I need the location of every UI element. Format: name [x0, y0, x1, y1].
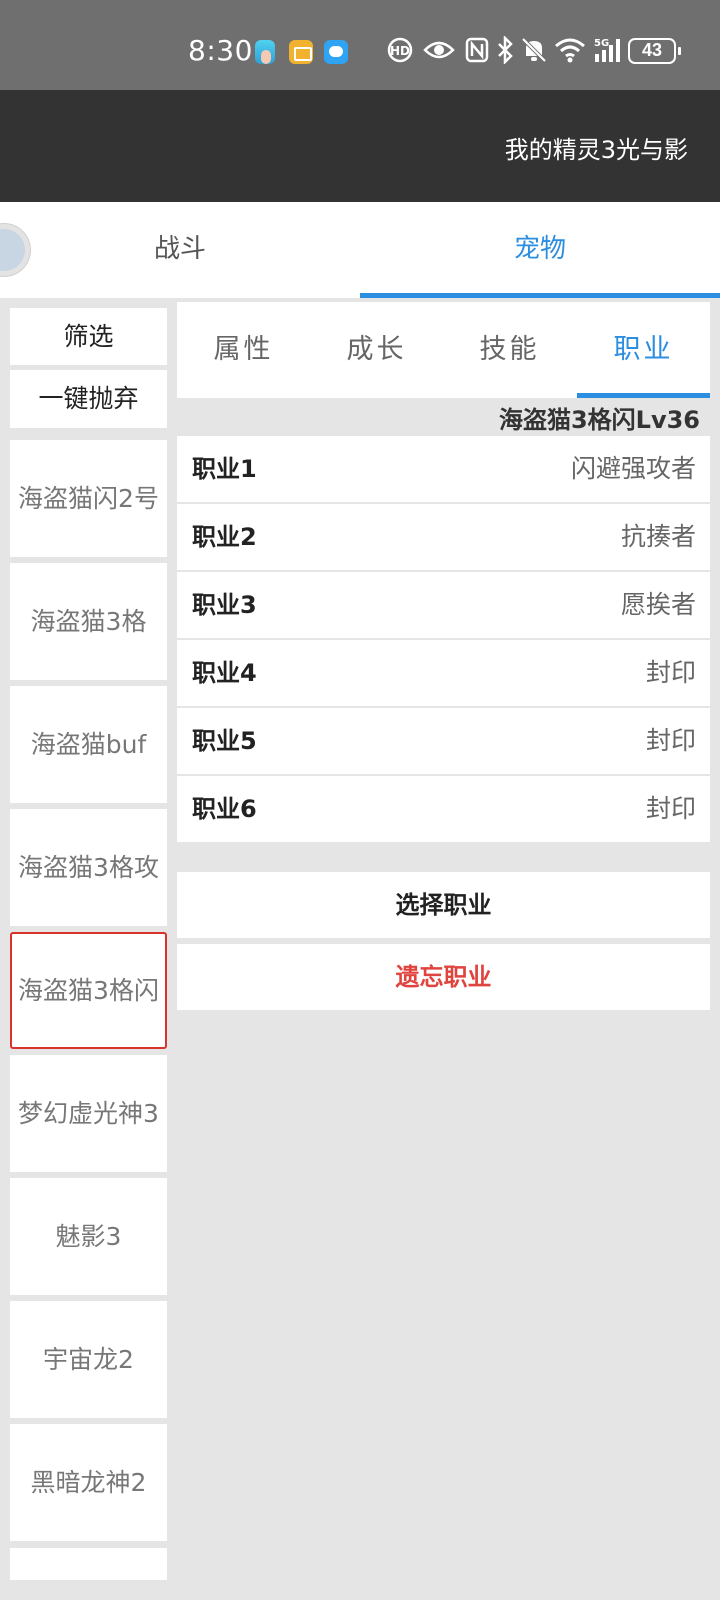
pet-name: 魅影3	[55, 1222, 122, 1251]
mail-icon	[289, 40, 313, 64]
top-tabs: 战斗 宠物	[0, 202, 720, 298]
pet-name: 黑暗龙神2	[30, 1468, 147, 1497]
job-row[interactable]: 职业2 抗揍者	[177, 504, 710, 570]
nfc-icon	[465, 36, 489, 64]
detail-tabs: 属性 成长 技能 职业	[177, 302, 710, 398]
pet-list-item[interactable]: 海盗猫3格攻	[10, 809, 167, 926]
signal-icon: 5G	[594, 36, 624, 64]
job-value: 封印	[645, 658, 696, 687]
network-type-label: 5G	[594, 38, 609, 49]
tab-battle-label: 战斗	[153, 234, 206, 264]
message-icon	[324, 40, 348, 64]
job-label: 职业6	[192, 795, 257, 823]
job-label: 职业3	[192, 591, 257, 619]
filter-button[interactable]: 筛选	[10, 308, 167, 365]
pet-list-item[interactable]: 黑暗龙神2	[10, 1424, 167, 1541]
tab-growth[interactable]: 成长	[310, 302, 443, 398]
pet-name: 海盗猫闪2号	[18, 484, 159, 513]
job-value: 闪避强攻者	[570, 454, 696, 483]
tab-skills[interactable]: 技能	[443, 302, 576, 398]
tab-pet[interactable]: 宠物	[360, 202, 720, 298]
status-bar: 8:30 HD 5G 43	[0, 0, 720, 90]
pet-list-item[interactable]: 魅影3	[10, 1178, 167, 1295]
pet-name: 梦幻虚光神3	[18, 1099, 159, 1128]
subtab-active-indicator	[577, 393, 710, 398]
app-title: 我的精灵3光与影	[504, 136, 688, 164]
pet-list-item[interactable]: 海盗猫闪2号	[10, 440, 167, 557]
job-row[interactable]: 职业1 闪避强攻者	[177, 436, 710, 502]
svg-text:HD: HD	[390, 44, 410, 58]
job-row[interactable]: 职业4 封印	[177, 640, 710, 706]
pet-name-level: 海盗猫3格闪Lv36	[498, 406, 700, 434]
job-label: 职业4	[192, 659, 257, 687]
app-notification-icon	[255, 40, 275, 64]
mute-icon	[521, 36, 547, 64]
job-value: 愿挨者	[620, 590, 696, 619]
job-value: 抗揍者	[620, 522, 696, 551]
job-row[interactable]: 职业3 愿挨者	[177, 572, 710, 638]
eye-icon	[423, 36, 455, 64]
job-row[interactable]: 职业5 封印	[177, 708, 710, 774]
tab-attributes[interactable]: 属性	[177, 302, 310, 398]
job-label: 职业5	[192, 727, 257, 755]
pet-list-item[interactable]: 梦幻虚光神3	[10, 1055, 167, 1172]
clock: 8:30	[188, 34, 253, 67]
forget-job-button[interactable]: 遗忘职业	[177, 944, 710, 1010]
bluetooth-icon	[496, 36, 514, 64]
app-bar: 我的精灵3光与影	[0, 90, 720, 202]
pet-list-item[interactable]: 海盗猫buf	[10, 686, 167, 803]
job-value: 封印	[645, 794, 696, 823]
pet-name: 海盗猫3格闪	[18, 976, 159, 1005]
tab-battle[interactable]: 战斗	[0, 202, 360, 298]
tab-growth-label: 成长	[346, 334, 407, 365]
pet-name: 宇宙龙2	[43, 1345, 134, 1374]
tab-active-indicator	[360, 293, 720, 298]
tab-profession-label: 职业	[613, 334, 674, 365]
job-label: 职业2	[192, 523, 257, 551]
job-label: 职业1	[192, 455, 257, 483]
job-value: 封印	[645, 726, 696, 755]
hd-icon: HD	[387, 36, 413, 64]
battery-icon: 43	[628, 38, 681, 64]
pet-name: 海盗猫buf	[30, 730, 147, 759]
pet-name: 海盗猫3格	[30, 607, 147, 636]
pet-list-item-selected[interactable]: 海盗猫3格闪	[10, 932, 167, 1049]
tab-profession[interactable]: 职业	[577, 302, 710, 398]
discard-all-button[interactable]: 一键抛弃	[10, 370, 167, 428]
job-row[interactable]: 职业6 封印	[177, 776, 710, 842]
pet-name: 海盗猫3格攻	[18, 853, 159, 882]
pet-list-item[interactable]: 海盗猫3格	[10, 563, 167, 680]
tab-skills-label: 技能	[479, 334, 540, 365]
wifi-icon	[554, 36, 586, 64]
tab-attributes-label: 属性	[213, 334, 274, 365]
choose-job-button[interactable]: 选择职业	[177, 872, 710, 938]
pet-list-item[interactable]: 宇宙龙2	[10, 1301, 167, 1418]
tab-pet-label: 宠物	[513, 234, 566, 264]
pet-list-item[interactable]	[10, 1548, 167, 1580]
